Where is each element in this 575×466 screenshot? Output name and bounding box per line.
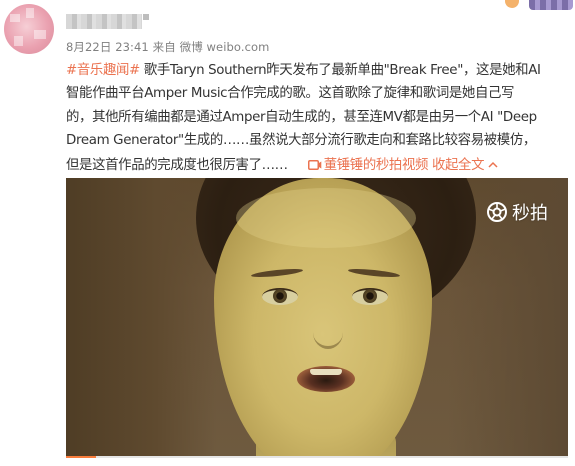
avatar[interactable] — [4, 4, 54, 54]
video-watermark: 秒拍 — [486, 199, 548, 225]
post-line-1: #音乐趣闻# 歌手Taryn Southern昨天发布了最新单曲"Break F… — [66, 59, 568, 82]
video-link-icon — [307, 159, 322, 170]
video-frame-nose — [313, 316, 343, 349]
post-text-line-3: 的，其他所有编曲都是通过Amper自动生成的，甚至连MV都是由另一个AI "De… — [66, 109, 537, 125]
post-text-line-2: 智能作曲平台Amper Music合作完成的歌。这首歌除了旋律和歌词是她自己写 — [66, 86, 515, 102]
post-meta: 8月22日 23:41 来自 微博 weibo.com — [66, 39, 269, 55]
post-text-line-1: 歌手Taryn Southern昨天发布了最新单曲"Break Free"，这是… — [139, 63, 541, 78]
member-badge-icon — [505, 0, 573, 12]
video-player[interactable]: 秒拍 — [66, 178, 568, 458]
source-label: 来自 — [152, 40, 176, 54]
video-progress-bar[interactable] — [66, 456, 568, 458]
video-progress-fill — [66, 456, 97, 458]
miaopai-logo-icon — [487, 202, 507, 222]
post-source[interactable]: 微博 weibo.com — [180, 40, 270, 54]
collapse-button[interactable]: 收起全文 — [432, 158, 485, 173]
topic-link[interactable]: #音乐趣闻# — [66, 63, 140, 78]
video-link[interactable]: 董锤锤的秒拍视频 — [324, 158, 429, 173]
verified-badge-icon — [143, 14, 149, 20]
weibo-post-card: 8月22日 23:41 来自 微博 weibo.com #音乐趣闻# 歌手Tar… — [0, 0, 575, 466]
post-timestamp[interactable]: 8月22日 23:41 — [66, 40, 149, 54]
post-body: #音乐趣闻# 歌手Taryn Southern昨天发布了最新单曲"Break F… — [66, 59, 568, 176]
post-line-5: 但是这首作品的完成度也很厉害了…… 董锤锤的秒拍视频 收起全文 — [66, 153, 568, 176]
chevron-up-icon[interactable] — [488, 153, 498, 176]
author-name-redacted[interactable] — [66, 14, 142, 29]
video-watermark-label: 秒拍 — [512, 203, 548, 224]
post-text-line-5: 但是这首作品的完成度也很厉害了…… — [66, 157, 288, 173]
post-text-line-4: Dream Generator"生成的……虽然说大部分流行歌走向和套路比较容易被… — [66, 133, 536, 149]
